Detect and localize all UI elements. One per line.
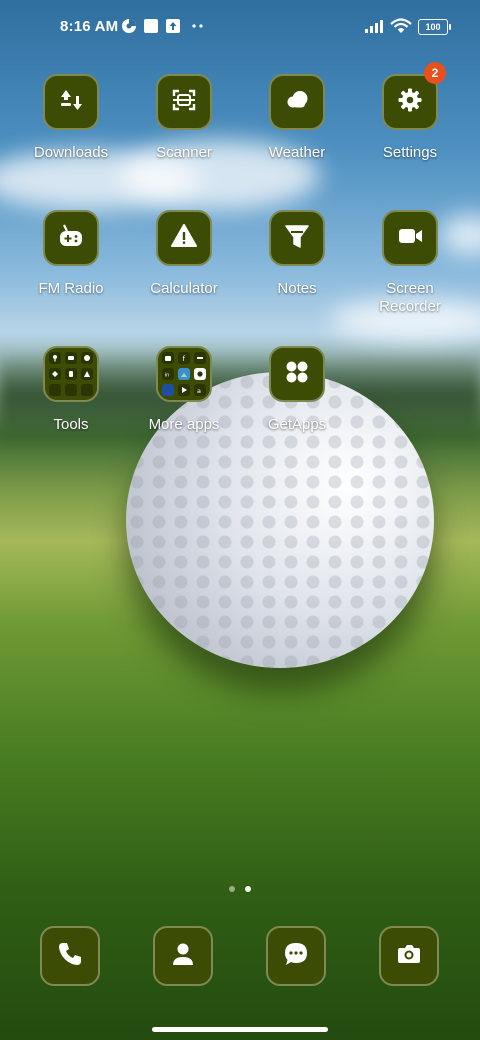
dock-messages[interactable] bbox=[266, 926, 326, 986]
more-dots-icon bbox=[191, 17, 205, 38]
app-label: Settings bbox=[382, 144, 438, 161]
app-downloads[interactable]: Downloads bbox=[11, 74, 131, 162]
warning-triangle-icon bbox=[170, 222, 198, 255]
svg-text:f: f bbox=[183, 355, 186, 362]
chat-bubble-icon bbox=[282, 940, 310, 973]
gear-icon bbox=[396, 86, 424, 119]
home-gesture-bar[interactable] bbox=[152, 1027, 328, 1032]
app-weather[interactable]: Weather bbox=[237, 74, 357, 162]
folder-icon bbox=[49, 352, 93, 396]
notification-badge: 2 bbox=[424, 62, 446, 84]
app-calculator[interactable]: Calculator bbox=[124, 210, 244, 298]
battery-icon: 100 bbox=[418, 19, 451, 35]
app-label: FM Radio bbox=[38, 280, 104, 297]
folder-icon: f in a bbox=[162, 352, 206, 396]
cloud-icon bbox=[283, 86, 311, 119]
upload-icon bbox=[165, 18, 181, 39]
app-settings[interactable]: 2 Settings bbox=[350, 62, 470, 162]
app-label: GetApps bbox=[267, 416, 327, 433]
data-saver-icon bbox=[121, 18, 137, 39]
app-label: Weather bbox=[268, 144, 326, 161]
page-indicator[interactable] bbox=[0, 879, 480, 897]
four-dots-icon bbox=[283, 358, 311, 391]
app-notes[interactable]: Notes bbox=[237, 210, 357, 298]
dock-camera[interactable] bbox=[379, 926, 439, 986]
app-scanner[interactable]: Scanner bbox=[124, 74, 244, 162]
funnel-icon bbox=[283, 222, 311, 255]
svg-text:in: in bbox=[165, 373, 171, 379]
status-time: 8:16 AM bbox=[60, 18, 119, 35]
page-dot-2-active[interactable] bbox=[245, 886, 251, 892]
video-camera-icon bbox=[396, 222, 424, 255]
app-label: Scanner bbox=[156, 144, 212, 161]
folder-more-apps[interactable]: f in a More apps bbox=[124, 346, 244, 434]
app-label: Tools bbox=[53, 416, 89, 433]
app-getapps[interactable]: GetApps bbox=[237, 346, 357, 434]
camera-icon bbox=[395, 940, 423, 973]
signal-icon bbox=[364, 18, 386, 39]
folder-tools[interactable]: Tools bbox=[11, 346, 131, 434]
phone-icon bbox=[56, 940, 84, 973]
svg-text:a: a bbox=[197, 387, 201, 394]
app-label: Screen Recorder bbox=[379, 280, 441, 315]
app-label: Notes bbox=[277, 280, 317, 297]
wifi-icon bbox=[390, 18, 412, 39]
scanner-icon bbox=[170, 86, 198, 119]
download-arrows-icon bbox=[57, 86, 85, 119]
app-fm-radio[interactable]: FM Radio bbox=[11, 210, 131, 298]
page-dot-1[interactable] bbox=[229, 886, 235, 892]
dock-phone[interactable] bbox=[40, 926, 100, 986]
status-bar: 8:16 AM 100 bbox=[0, 0, 480, 56]
notification-square-icon bbox=[143, 18, 159, 39]
app-label: Calculator bbox=[150, 280, 218, 297]
app-screen-recorder[interactable]: Screen Recorder bbox=[350, 210, 470, 316]
radio-icon bbox=[57, 222, 85, 255]
dock-contacts[interactable] bbox=[153, 926, 213, 986]
app-label: More apps bbox=[148, 416, 220, 433]
app-label: Downloads bbox=[33, 144, 109, 161]
person-icon bbox=[169, 940, 197, 973]
